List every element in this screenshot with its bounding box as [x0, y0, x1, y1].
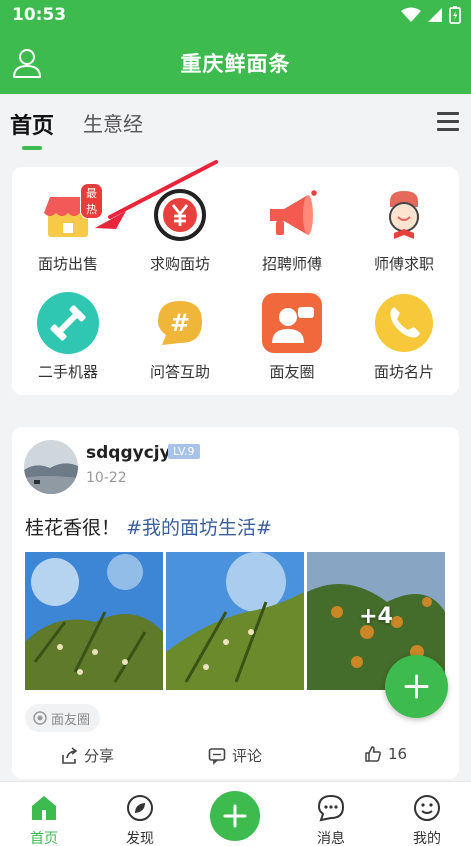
grid-item-qa[interactable]: # 问答互助 — [124, 295, 236, 382]
status-time: 10:53 — [12, 5, 67, 25]
nav-label: 发现 — [126, 831, 154, 846]
add-post-fab[interactable] — [385, 655, 448, 718]
nav-discover[interactable]: 发现 — [110, 794, 170, 846]
grid-item-buy-shop[interactable]: 求购面坊 — [124, 187, 236, 274]
post-photo[interactable] — [166, 552, 304, 690]
grid-label: 求购面坊 — [149, 255, 210, 273]
grid-item-friends-circle[interactable]: 面友圈 — [236, 293, 348, 382]
megaphone-icon — [264, 187, 320, 243]
compass-icon — [127, 795, 153, 821]
nav-publish-button[interactable] — [210, 791, 260, 841]
grid-item-job-seek[interactable]: 师傅求职 — [348, 187, 460, 274]
chef-icon — [376, 187, 432, 243]
home-icon — [32, 796, 56, 820]
dumbbell-icon — [37, 292, 99, 354]
wifi-icon — [401, 7, 421, 22]
share-label: 分享 — [84, 747, 115, 765]
share-icon — [62, 746, 78, 764]
grid-item-recruit[interactable]: 招聘师傅 — [236, 187, 348, 274]
level-badge: LV.9 — [168, 444, 200, 459]
avatar[interactable] — [24, 440, 78, 494]
friends-icon — [262, 293, 322, 353]
grid-label: 面坊出售 — [37, 255, 98, 273]
phone-icon — [375, 294, 433, 352]
post-card[interactable]: sdqgycjy LV.9 10-22 桂花香很！ #我的面坊生活# +4 面友… — [12, 427, 459, 779]
circle-tag[interactable]: 面友圈 — [25, 704, 101, 732]
tab-business[interactable]: 生意经 — [83, 108, 143, 137]
bottom-nav: 首页 发现 消息 我的 — [0, 781, 471, 846]
grid-label: 问答互助 — [149, 363, 210, 381]
post-username[interactable]: sdqgycjy — [86, 443, 171, 463]
post-text: 桂花香很！ — [25, 517, 121, 539]
share-button[interactable]: 分享 — [60, 745, 114, 766]
grid-label: 面坊名片 — [373, 363, 434, 381]
grid-item-business-card[interactable]: 面坊名片 — [348, 294, 460, 382]
grid-item-used-machines[interactable]: 二手机器 — [12, 292, 124, 382]
nav-home[interactable]: 首页 — [14, 794, 74, 846]
battery-icon — [449, 6, 461, 24]
svg-text:#: # — [170, 309, 190, 337]
app-bar: 重庆鲜面条 — [0, 32, 471, 94]
nav-messages[interactable]: 消息 — [301, 794, 361, 846]
status-bar: 10:53 — [0, 0, 471, 32]
grid-label: 面友圈 — [269, 363, 315, 381]
top-tabs: 首页 生意经 — [0, 94, 471, 156]
plus-icon — [223, 804, 247, 828]
like-count: 16 — [388, 745, 408, 763]
nav-label: 我的 — [413, 831, 441, 846]
hot-badge: 最热 — [80, 183, 103, 219]
tab-home[interactable]: 首页 — [10, 108, 54, 140]
grid-label: 招聘师傅 — [261, 255, 322, 273]
smile-face-icon — [414, 795, 440, 821]
menu-icon[interactable] — [437, 112, 459, 132]
comment-button[interactable]: 评论 — [208, 745, 262, 766]
grid-label: 二手机器 — [37, 363, 98, 381]
circle-icon — [33, 711, 47, 725]
signal-icon — [428, 8, 442, 22]
comment-icon — [208, 747, 226, 765]
grid-label: 师傅求职 — [373, 255, 434, 273]
post-hashtag[interactable]: #我的面坊生活# — [126, 517, 272, 539]
post-content: 桂花香很！ #我的面坊生活# — [25, 513, 272, 540]
message-icon — [317, 794, 345, 822]
nav-profile[interactable]: 我的 — [397, 794, 457, 846]
like-button[interactable]: 16 — [364, 745, 407, 763]
post-date: 10-22 — [86, 470, 127, 486]
nav-label: 首页 — [30, 831, 58, 846]
comment-label: 评论 — [232, 747, 263, 765]
thumbs-up-icon — [365, 746, 381, 762]
function-grid: 最热 面坊出售 求购面坊 招聘师傅 师傅求职 二手机器 # 问答互助 面友圈 面… — [12, 167, 459, 395]
photo-grid: +4 — [25, 552, 446, 690]
plus-icon — [404, 674, 429, 699]
nav-label: 消息 — [317, 831, 345, 846]
hash-bubble-icon: # — [152, 295, 208, 351]
system-icons — [401, 6, 461, 24]
app-title: 重庆鲜面条 — [180, 52, 291, 76]
more-photos-count: +4 — [359, 604, 393, 629]
shop-icon: 最热 — [40, 183, 103, 243]
yuan-coin-icon — [152, 187, 208, 243]
grid-item-shop-sale[interactable]: 最热 面坊出售 — [12, 183, 124, 274]
post-actions: 分享 评论 16 — [12, 743, 459, 773]
circle-label: 面友圈 — [51, 712, 91, 728]
post-photo[interactable] — [25, 552, 163, 690]
active-tab-indicator — [22, 146, 42, 150]
